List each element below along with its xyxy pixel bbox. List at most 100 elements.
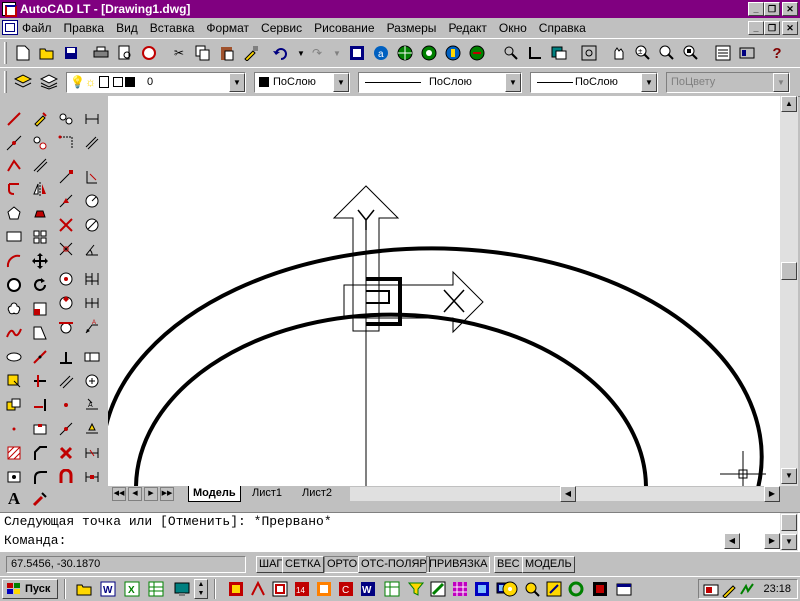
dim-edit-icon[interactable]: A bbox=[80, 394, 104, 416]
leader-icon[interactable]: A bbox=[80, 316, 104, 338]
menu-tools[interactable]: Сервис bbox=[261, 21, 302, 35]
word-icon[interactable]: W bbox=[100, 581, 116, 597]
snap-midpoint-icon[interactable] bbox=[54, 190, 78, 212]
spreadsheet-icon[interactable] bbox=[148, 581, 164, 597]
polyline-icon[interactable] bbox=[2, 154, 26, 176]
web-3-icon[interactable] bbox=[442, 42, 464, 64]
arc-icon[interactable] bbox=[2, 250, 26, 272]
snap-perpendicular-icon[interactable] bbox=[54, 346, 78, 368]
text-icon[interactable]: A bbox=[2, 488, 26, 510]
snap-parallel-icon[interactable] bbox=[54, 370, 78, 392]
chevron-down-icon[interactable]: ▼ bbox=[505, 73, 521, 92]
web-icon[interactable] bbox=[394, 42, 416, 64]
mirror-icon[interactable] bbox=[28, 178, 52, 200]
snap-intersection-icon[interactable] bbox=[54, 214, 78, 236]
snap-apparent-intersection-icon[interactable] bbox=[54, 238, 78, 260]
vertical-scrollbar[interactable]: ▲ ▼ bbox=[780, 96, 798, 486]
task-app-14-icon[interactable]: 14 bbox=[294, 581, 310, 597]
snap-tangent-icon[interactable] bbox=[54, 316, 78, 338]
toolbar-grip[interactable] bbox=[4, 42, 7, 64]
close-button[interactable]: ✕ bbox=[782, 2, 798, 16]
task-app-grid-icon[interactable] bbox=[452, 581, 468, 597]
command-scroll-down-button[interactable]: ▼ bbox=[781, 534, 797, 550]
trim-icon[interactable] bbox=[28, 370, 52, 392]
rotate-icon[interactable] bbox=[28, 274, 52, 296]
dim-angular-icon[interactable] bbox=[80, 238, 104, 260]
insert-block-icon[interactable] bbox=[2, 370, 26, 392]
ellipse-icon[interactable] bbox=[2, 346, 26, 368]
lineweight-dropdown[interactable]: ПоСлою ▼ bbox=[530, 72, 658, 93]
snap-insert-icon[interactable] bbox=[54, 394, 78, 416]
spline-icon[interactable] bbox=[2, 322, 26, 344]
fillet-icon[interactable] bbox=[28, 466, 52, 488]
dim-radius-icon[interactable] bbox=[80, 190, 104, 212]
xline-icon[interactable] bbox=[2, 132, 26, 154]
task-app-orange-icon[interactable] bbox=[316, 581, 332, 597]
print-icon[interactable] bbox=[90, 42, 112, 64]
autodesk-point-a-icon[interactable]: a bbox=[370, 42, 392, 64]
menu-help[interactable]: Справка bbox=[539, 21, 586, 35]
quick-launch-scroll[interactable]: ▲ ▼ bbox=[194, 579, 208, 599]
scroll-up-button[interactable]: ▲ bbox=[781, 96, 797, 112]
pan-realtime-icon[interactable] bbox=[500, 42, 522, 64]
coordinate-display[interactable]: 67.5456, -30.1870 bbox=[6, 556, 246, 573]
hatch-icon[interactable] bbox=[2, 442, 26, 464]
move-icon[interactable] bbox=[28, 250, 52, 272]
make-object-layer-current-icon[interactable] bbox=[38, 71, 60, 93]
properties-icon[interactable] bbox=[548, 42, 570, 64]
task-app-yellow-icon[interactable] bbox=[546, 581, 562, 597]
tray-app-icon[interactable] bbox=[703, 582, 719, 601]
layer-lock-icon[interactable] bbox=[99, 76, 109, 88]
horizontal-scroll-track[interactable] bbox=[576, 487, 764, 501]
temp-track-icon[interactable] bbox=[54, 108, 78, 130]
save-icon[interactable] bbox=[60, 42, 82, 64]
task-autocad-icon[interactable] bbox=[272, 581, 288, 597]
linetype-dropdown[interactable]: ПоСлою ▼ bbox=[358, 72, 522, 93]
polar-tracking-toggle[interactable]: ОТС-ПОЛЯР bbox=[358, 556, 430, 573]
erase-icon[interactable] bbox=[28, 108, 52, 130]
menu-view[interactable]: Вид bbox=[116, 21, 138, 35]
excel-icon[interactable]: X bbox=[124, 581, 140, 597]
rectangle-icon[interactable] bbox=[2, 226, 26, 248]
tab-layout1[interactable]: Лист1 bbox=[248, 486, 286, 502]
open-icon[interactable] bbox=[36, 42, 58, 64]
menu-modify[interactable]: Редакт bbox=[448, 21, 486, 35]
horizontal-scrollbar[interactable] bbox=[350, 487, 560, 501]
cut-icon[interactable]: ✂ bbox=[168, 42, 190, 64]
layer-dropdown[interactable]: 💡 ☼ 0 ▼ bbox=[66, 72, 246, 93]
tab-layout2[interactable]: Лист2 bbox=[298, 486, 336, 502]
chevron-down-icon[interactable]: ▼ bbox=[229, 73, 245, 92]
drawing-canvas[interactable] bbox=[108, 96, 780, 486]
command-scrollbar[interactable]: ▼ bbox=[780, 513, 798, 551]
point-icon[interactable] bbox=[2, 418, 26, 440]
tab-model[interactable]: Модель bbox=[188, 486, 241, 502]
menu-edit[interactable]: Правка bbox=[64, 21, 105, 35]
command-scroll-right-button[interactable]: ▶ bbox=[764, 533, 780, 549]
scroll-left-button[interactable]: ◀ bbox=[560, 486, 576, 502]
polygon-icon[interactable] bbox=[2, 178, 26, 200]
task-app-window-icon[interactable] bbox=[616, 581, 632, 597]
undo-icon[interactable] bbox=[270, 42, 292, 64]
task-app-c-icon[interactable]: C bbox=[338, 581, 354, 597]
lengthen-icon[interactable] bbox=[28, 346, 52, 368]
snap-settings-icon[interactable] bbox=[54, 466, 78, 488]
pan-icon[interactable] bbox=[608, 42, 630, 64]
menu-window[interactable]: Окно bbox=[499, 21, 527, 35]
doc-close-button[interactable]: ✕ bbox=[782, 21, 798, 35]
array-icon[interactable] bbox=[28, 202, 52, 224]
center-mark-icon[interactable] bbox=[80, 370, 104, 392]
revcloud-icon[interactable] bbox=[2, 298, 26, 320]
restore-button[interactable]: ❐ bbox=[764, 2, 780, 16]
snap-toggle[interactable]: ШАГ bbox=[256, 556, 286, 573]
ortho-toggle[interactable]: ОРТО bbox=[324, 556, 361, 573]
command-prompt[interactable]: Команда: bbox=[4, 533, 66, 548]
doc-minimize-button[interactable]: _ bbox=[748, 21, 764, 35]
help-icon[interactable]: ? bbox=[766, 42, 788, 64]
rect-array-icon[interactable] bbox=[28, 226, 52, 248]
chevron-down-icon[interactable]: ▼ bbox=[641, 73, 657, 92]
chamfer-icon[interactable] bbox=[28, 442, 52, 464]
task-app-blue-icon[interactable] bbox=[474, 581, 490, 597]
dim-update-icon[interactable] bbox=[80, 442, 104, 464]
snap-center-icon[interactable] bbox=[54, 268, 78, 290]
tolerance-icon[interactable] bbox=[80, 346, 104, 368]
